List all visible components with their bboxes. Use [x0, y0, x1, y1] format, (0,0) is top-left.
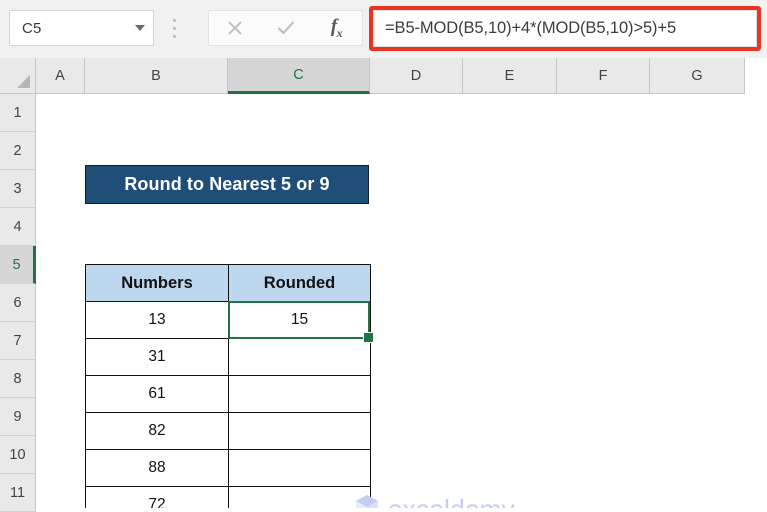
column-header-rounded[interactable]: Rounded: [228, 264, 371, 302]
row-header-1[interactable]: 1: [0, 94, 36, 132]
name-box-value: C5: [22, 19, 42, 37]
title-banner-cell[interactable]: Round to Nearest 5 or 9: [85, 165, 369, 204]
spreadsheet-grid: ABCDEFG 1 2 3 4 5 6 7 8 9 10 11 Round to Nearest 5…: [0, 58, 767, 512]
cell-number[interactable]: 61: [85, 375, 229, 413]
chevron-down-icon[interactable]: [127, 25, 153, 31]
formula-input-highlight: =B5-MOD(B5,10)+4*(MOD(B5,10)>5)+5: [369, 6, 761, 51]
column-header-a[interactable]: A: [36, 58, 85, 94]
table-row: 61: [85, 375, 371, 413]
row-header-5[interactable]: 5: [0, 246, 36, 284]
column-header-e[interactable]: E: [463, 58, 557, 94]
table-row: 82: [85, 412, 371, 450]
row-headers: 1 2 3 4 5 6 7 8 9 10 11: [0, 94, 36, 512]
cancel-icon[interactable]: [209, 11, 260, 45]
watermark-text: exceldemy: [388, 494, 515, 508]
data-table: Numbers Rounded 13 15 31 61 82 88 72: [85, 264, 371, 508]
fill-handle[interactable]: [363, 332, 374, 343]
column-header-b[interactable]: B: [85, 58, 228, 94]
cell-number[interactable]: 13: [85, 301, 229, 339]
vertical-dots-icon[interactable]: [172, 19, 176, 38]
select-all-button[interactable]: [0, 58, 36, 94]
column-header-d[interactable]: D: [370, 58, 463, 94]
row-header-7[interactable]: 7: [0, 322, 36, 360]
cell-area: Round to Nearest 5 or 9 Numbers Rounded …: [36, 94, 767, 508]
cell-rounded[interactable]: [228, 449, 371, 487]
insert-function-icon[interactable]: fx: [311, 11, 362, 45]
row-header-2[interactable]: 2: [0, 132, 36, 170]
page-title: Round to Nearest 5 or 9: [124, 174, 330, 194]
row-header-11[interactable]: 11: [0, 474, 36, 512]
column-header-f[interactable]: F: [557, 58, 650, 94]
table-row: 13 15: [85, 301, 371, 339]
cell-number[interactable]: 31: [85, 338, 229, 376]
row-header-10[interactable]: 10: [0, 436, 36, 474]
column-header-numbers[interactable]: Numbers: [85, 264, 229, 302]
cell-rounded[interactable]: [228, 486, 371, 508]
column-header-g[interactable]: G: [650, 58, 745, 94]
table-row: 72: [85, 486, 371, 508]
column-headers: ABCDEFG: [36, 58, 767, 94]
name-box[interactable]: C5: [9, 10, 154, 46]
cell-number[interactable]: 82: [85, 412, 229, 450]
row-header-9[interactable]: 9: [0, 398, 36, 436]
table-row: 31: [85, 338, 371, 376]
row-header-4[interactable]: 4: [0, 208, 36, 246]
cell-rounded[interactable]: [228, 338, 371, 376]
cell-rounded[interactable]: [228, 412, 371, 450]
row-header-8[interactable]: 8: [0, 360, 36, 398]
insert-function-sublabel: x: [336, 25, 343, 40]
table-header-row: Numbers Rounded: [85, 264, 371, 302]
formula-bar-buttons: fx: [208, 10, 363, 46]
cell-number[interactable]: 88: [85, 449, 229, 487]
column-header-c[interactable]: C: [228, 58, 370, 94]
watermark: exceldemy EXCEL · DATA · BI: [352, 492, 515, 508]
cell-rounded[interactable]: 15: [228, 301, 371, 339]
row-header-3[interactable]: 3: [0, 170, 36, 208]
cell-number[interactable]: 72: [85, 486, 229, 508]
table-row: 88: [85, 449, 371, 487]
cell-rounded[interactable]: [228, 375, 371, 413]
row-header-6[interactable]: 6: [0, 284, 36, 322]
formula-input[interactable]: =B5-MOD(B5,10)+4*(MOD(B5,10)>5)+5: [373, 10, 757, 47]
check-icon[interactable]: [260, 11, 311, 45]
formula-bar: C5 fx =B5-MOD(B5,10)+4*(MOD(B5,10)>5)+5: [0, 0, 767, 59]
